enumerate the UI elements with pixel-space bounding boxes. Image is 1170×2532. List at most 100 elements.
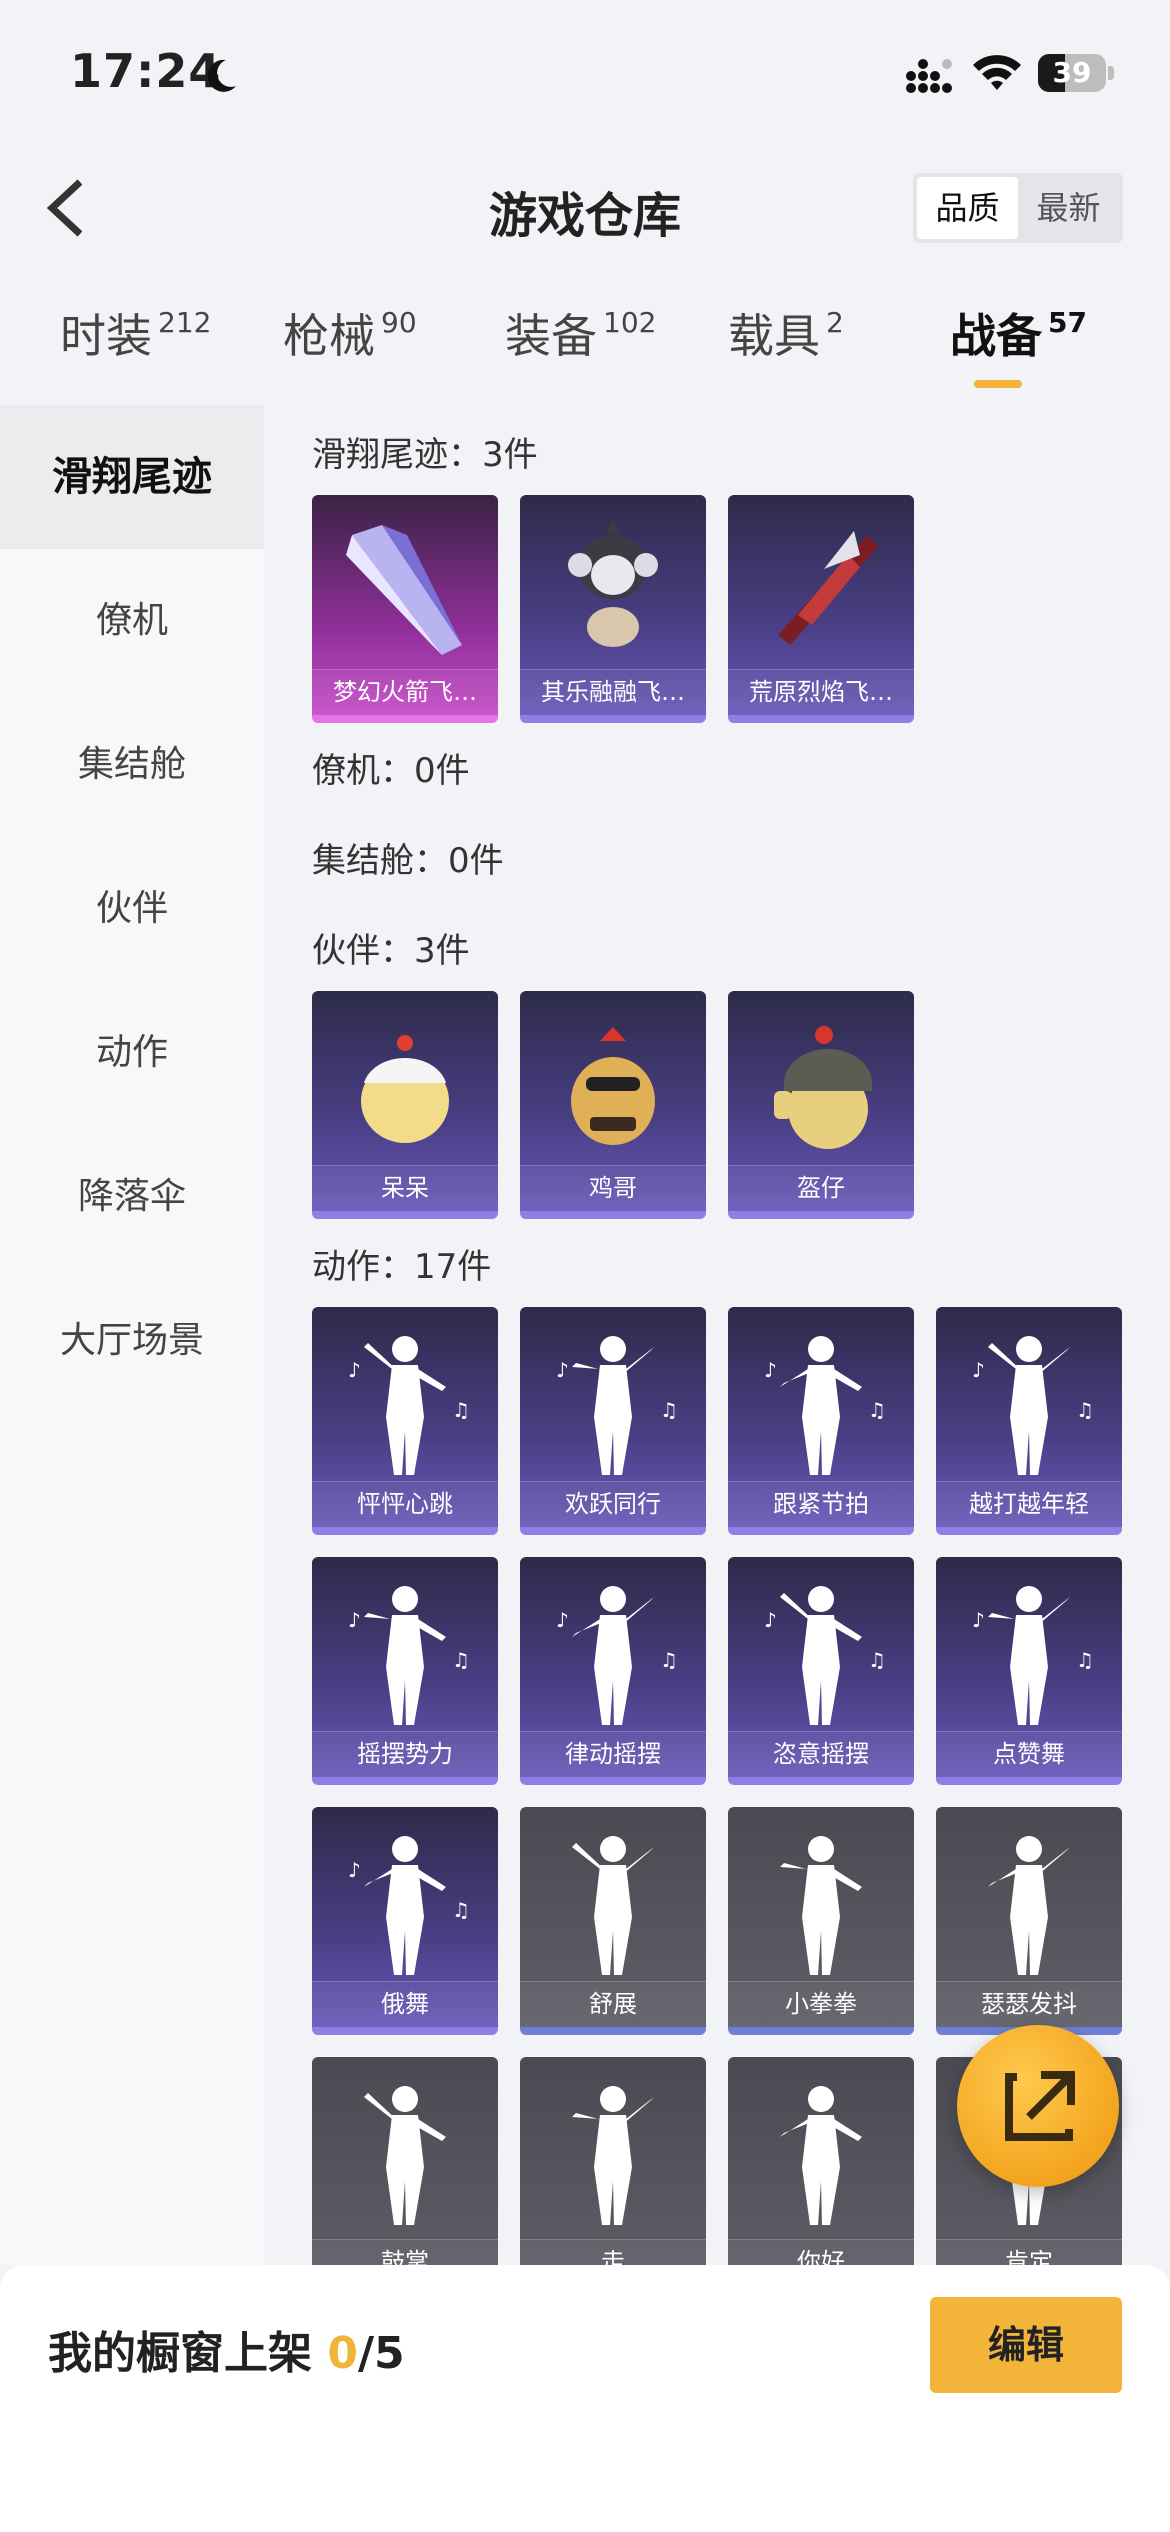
item-card[interactable]: 瑟瑟发抖 xyxy=(936,1807,1122,2035)
tab-count: 2 xyxy=(826,305,844,339)
svg-text:♫: ♫ xyxy=(660,1648,678,1672)
svg-text:♫: ♫ xyxy=(660,1398,678,1422)
active-tab-indicator xyxy=(974,380,1022,388)
battery-percent: 39 xyxy=(1052,56,1092,89)
side-item-companion[interactable]: 伙伴 xyxy=(0,837,264,981)
item-name: 律动摇摆 xyxy=(520,1731,706,1777)
tab-label: 时装 xyxy=(60,309,152,363)
helmet-chick-icon xyxy=(774,1026,872,1149)
tab-label: 载具 xyxy=(728,309,820,363)
item-name: 点赞舞 xyxy=(936,1731,1122,1777)
svg-text:♫: ♫ xyxy=(452,1898,470,1922)
item-name: 鸡哥 xyxy=(520,1165,706,1211)
glider-art-icon xyxy=(346,525,462,655)
item-name: 鼓掌 xyxy=(312,2239,498,2265)
item-card[interactable]: 鼓掌 xyxy=(312,2057,498,2265)
item-card[interactable]: 梦幻火箭飞… xyxy=(312,495,498,723)
svg-text:♫: ♫ xyxy=(868,1648,886,1672)
svg-text:♫: ♫ xyxy=(1076,1648,1094,1672)
dancer-silhouette-icon: ♪♫ xyxy=(972,1336,1094,1475)
item-name: 小拳拳 xyxy=(728,1981,914,2027)
item-card[interactable]: 舒展 xyxy=(520,1807,706,2035)
item-list: 滑翔尾迹：3件 梦幻火箭飞… 其乐融融飞… 荒原烈焰飞… 僚机：0件 集结舱：0… xyxy=(264,405,1170,2265)
sort-toggle: 品质 最新 xyxy=(913,173,1123,243)
side-item-glide-trail[interactable]: 滑翔尾迹 xyxy=(0,405,264,549)
status-time: 17:24 xyxy=(70,44,222,98)
item-name: 舒展 xyxy=(520,1981,706,2027)
side-item-wingman[interactable]: 僚机 xyxy=(0,549,264,693)
svg-text:♪: ♪ xyxy=(348,1608,361,1632)
item-card[interactable]: ♪ ♫ 俄舞 xyxy=(312,1807,498,2035)
item-name: 其乐融融飞… xyxy=(520,669,706,715)
tab-fashion[interactable]: 时装 212 xyxy=(60,300,211,400)
item-card[interactable]: ♪ ♫ 怦怦心跳 xyxy=(312,1307,498,1535)
item-name: 怦怦心跳 xyxy=(312,1481,498,1527)
item-card[interactable]: 走 xyxy=(520,2057,706,2265)
item-card[interactable]: 其乐融融飞… xyxy=(520,495,706,723)
signal-icon xyxy=(906,59,952,93)
tab-vehicles[interactable]: 载具 2 xyxy=(728,300,844,400)
tab-count: 57 xyxy=(1048,305,1087,339)
svg-text:♪: ♪ xyxy=(556,1608,569,1632)
item-card[interactable]: 盔仔 xyxy=(728,991,914,1219)
wifi-icon xyxy=(973,55,1021,90)
item-card[interactable]: 你好 xyxy=(728,2057,914,2265)
item-card[interactable]: 呆呆 xyxy=(312,991,498,1219)
item-name: 欢跃同行 xyxy=(520,1481,706,1527)
item-name: 摇摆势力 xyxy=(312,1731,498,1777)
side-item-rally-pod[interactable]: 集结舱 xyxy=(0,693,264,837)
section-title-wingman: 僚机：0件 xyxy=(312,751,470,791)
dancer-silhouette-icon xyxy=(988,1836,1070,1975)
tab-firearms[interactable]: 枪械 90 xyxy=(283,300,417,400)
item-card[interactable]: 小拳拳 xyxy=(728,1807,914,2035)
section-title-emote: 动作：17件 xyxy=(312,1247,492,1287)
item-name: 荒原烈焰飞… xyxy=(728,669,914,715)
item-card[interactable]: 鸡哥 xyxy=(520,991,706,1219)
item-card[interactable]: ♪ ♫ 恣意摇摆 xyxy=(728,1557,914,1785)
dancer-silhouette-icon: ♪♫ xyxy=(556,1586,678,1725)
dancer-silhouette-icon xyxy=(572,2086,654,2225)
dancer-silhouette-icon: ♪♫ xyxy=(764,1586,886,1725)
showcase-total: /5 xyxy=(357,2328,405,2379)
side-nav: 滑翔尾迹 僚机 集结舱 伙伴 动作 降落伞 大厅场景 xyxy=(0,405,264,2265)
dancer-silhouette-icon xyxy=(780,2086,862,2225)
svg-text:♪: ♪ xyxy=(348,1358,361,1382)
dancer-silhouette-icon: ♪♫ xyxy=(348,1586,470,1725)
dancer-silhouette-icon: ♪♫ xyxy=(556,1336,678,1475)
tab-equipment[interactable]: 装备 102 xyxy=(505,300,656,400)
sort-newest-button[interactable]: 最新 xyxy=(1018,177,1119,239)
side-item-parachute[interactable]: 降落伞 xyxy=(0,1125,264,1269)
tab-label: 装备 xyxy=(505,309,597,363)
dancer-silhouette-icon: ♪♫ xyxy=(348,1336,470,1475)
item-card[interactable]: ♪ ♫ 律动摇摆 xyxy=(520,1557,706,1785)
dancer-silhouette-icon xyxy=(780,1836,862,1975)
svg-text:♪: ♪ xyxy=(764,1608,777,1632)
showcase-status: 我的橱窗上架 0/5 xyxy=(48,2317,405,2381)
item-card[interactable]: ♪ ♫ 欢跃同行 xyxy=(520,1307,706,1535)
item-card[interactable]: ♪ ♫ 跟紧节拍 xyxy=(728,1307,914,1535)
side-item-emote[interactable]: 动作 xyxy=(0,981,264,1125)
moon-icon xyxy=(207,59,236,92)
item-card[interactable]: ♪ ♫ 越打越年轻 xyxy=(936,1307,1122,1535)
tab-label: 枪械 xyxy=(283,309,375,363)
share-button[interactable] xyxy=(957,2025,1119,2187)
dancer-silhouette-icon xyxy=(572,1836,654,1975)
item-name: 呆呆 xyxy=(312,1165,498,1211)
item-name: 越打越年轻 xyxy=(936,1481,1122,1527)
item-name: 你好 xyxy=(728,2239,914,2265)
item-card[interactable]: ♪ ♫ 点赞舞 xyxy=(936,1557,1122,1785)
item-card[interactable]: 荒原烈焰飞… xyxy=(728,495,914,723)
item-card[interactable]: ♪ ♫ 摇摆势力 xyxy=(312,1557,498,1785)
svg-text:♪: ♪ xyxy=(348,1858,361,1882)
item-name: 俄舞 xyxy=(312,1981,498,2027)
tab-count: 102 xyxy=(603,305,657,339)
edit-button[interactable]: 编辑 xyxy=(930,2297,1122,2393)
svg-text:♫: ♫ xyxy=(452,1398,470,1422)
showcase-label: 我的橱窗上架 xyxy=(48,2328,328,2379)
side-item-lobby-scene[interactable]: 大厅场景 xyxy=(0,1269,264,1413)
sort-quality-button[interactable]: 品质 xyxy=(917,177,1018,239)
item-name: 恣意摇摆 xyxy=(728,1731,914,1777)
status-bar: 17:24 39 xyxy=(0,0,1170,140)
tab-count: 90 xyxy=(381,305,417,339)
svg-text:♫: ♫ xyxy=(868,1398,886,1422)
